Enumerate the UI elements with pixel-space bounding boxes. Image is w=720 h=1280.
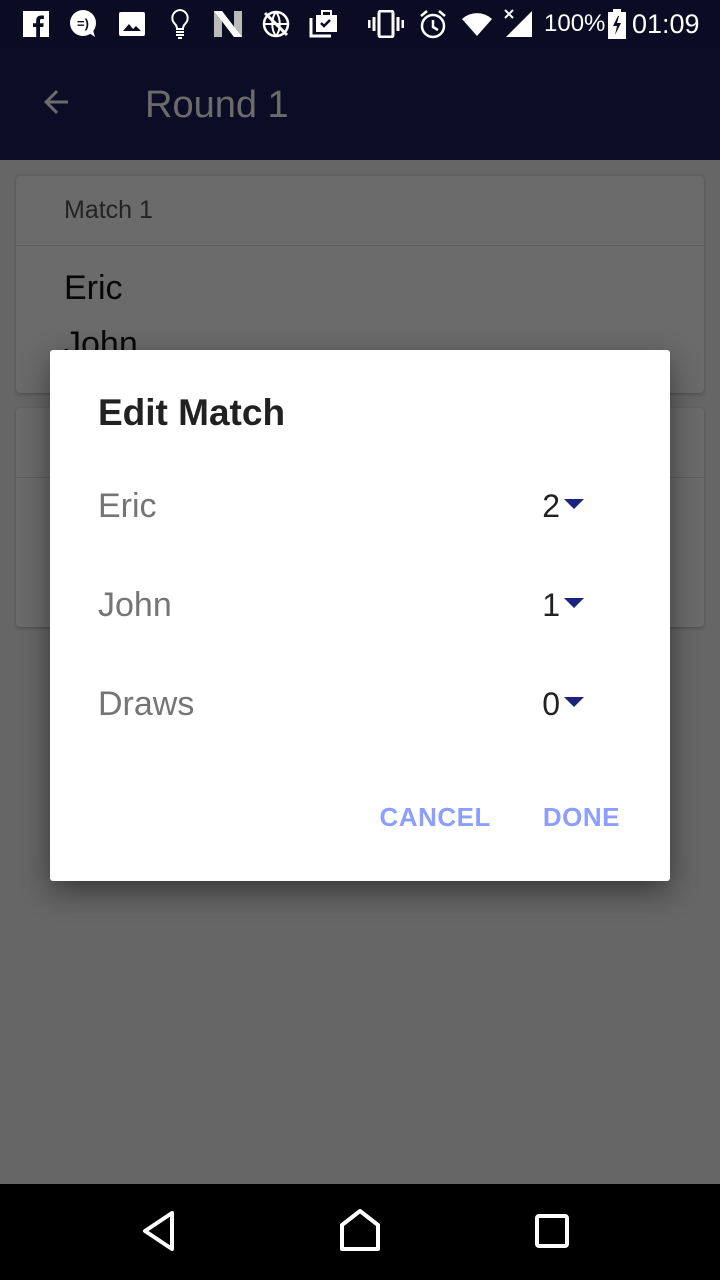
nav-recents-button[interactable]	[522, 1208, 582, 1258]
nav-back-icon	[140, 1209, 180, 1258]
battery-charging-icon	[606, 8, 628, 40]
dialog-title: Edit Match	[98, 392, 286, 433]
svg-text:=): =)	[77, 16, 89, 31]
spinner-value: 1	[542, 586, 560, 623]
dialog-actions: CANCEL DONE	[380, 802, 620, 833]
score-row-draws: Draws 0	[98, 674, 584, 734]
status-bar: =) 100% 01:09	[0, 0, 720, 48]
score-spinner-eric[interactable]: 2	[542, 476, 584, 536]
globe-blocked-icon	[260, 8, 292, 40]
image-icon	[117, 8, 147, 40]
nav-recents-icon	[534, 1213, 570, 1254]
clock: 01:09	[632, 9, 700, 39]
briefcase-check-icon	[308, 8, 340, 40]
row-label: Eric	[98, 487, 157, 525]
vibrate-icon	[368, 8, 404, 40]
battery-percent: 100%	[544, 10, 606, 37]
signal-no-data-icon	[503, 8, 535, 40]
row-label: Draws	[98, 685, 195, 723]
nav-home-button[interactable]	[330, 1208, 390, 1258]
system-nav-bar	[0, 1184, 720, 1280]
dropdown-caret-icon	[564, 598, 584, 608]
lightbulb-icon	[166, 8, 194, 40]
dropdown-caret-icon	[564, 697, 584, 707]
facebook-icon	[22, 8, 50, 40]
done-button[interactable]: DONE	[543, 802, 620, 833]
cancel-button[interactable]: CANCEL	[380, 802, 491, 833]
spinner-value: 2	[542, 487, 560, 524]
nav-back-button[interactable]	[130, 1208, 190, 1258]
row-label: John	[98, 586, 172, 624]
dropdown-caret-icon	[564, 499, 584, 509]
spinner-value: 0	[542, 685, 560, 722]
score-row-eric: Eric 2	[98, 476, 584, 536]
edit-match-dialog: Edit Match Eric 2 John 1 Draws 0 CANCEL …	[50, 350, 670, 881]
alarm-icon	[417, 8, 449, 40]
messenger-smiley-icon: =)	[68, 8, 100, 40]
n-app-icon	[212, 8, 244, 40]
nav-home-icon	[339, 1208, 381, 1258]
score-spinner-draws[interactable]: 0	[542, 674, 584, 734]
score-row-john: John 1	[98, 575, 584, 635]
score-spinner-john[interactable]: 1	[542, 575, 584, 635]
wifi-icon	[460, 8, 494, 40]
